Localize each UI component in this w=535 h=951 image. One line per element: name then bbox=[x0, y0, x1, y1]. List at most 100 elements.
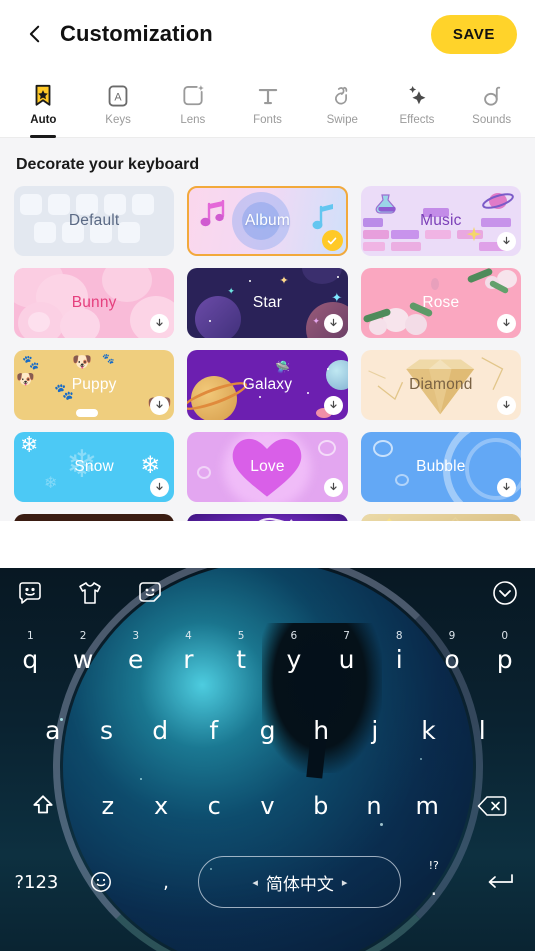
key-char: f bbox=[209, 716, 219, 745]
key-r[interactable]: 4r bbox=[162, 618, 215, 693]
chevron-down-circle-icon[interactable] bbox=[491, 579, 519, 607]
key-u[interactable]: 7u bbox=[320, 618, 373, 693]
music-note-pink-icon bbox=[200, 200, 225, 227]
key-spacebar[interactable]: ◂ 简体中文 ▸ bbox=[198, 856, 402, 908]
theme-name: Bubble bbox=[416, 458, 466, 475]
key-number: 6 bbox=[290, 630, 298, 642]
tab-swipe[interactable]: Swipe bbox=[305, 68, 380, 137]
key-y[interactable]: 6y bbox=[268, 618, 321, 693]
key-i[interactable]: 8i bbox=[373, 618, 426, 693]
theme-download-badge[interactable] bbox=[496, 478, 516, 497]
key-b[interactable]: b bbox=[294, 768, 347, 843]
theme-card-love[interactable]: Love bbox=[187, 432, 348, 502]
keyboard-preview[interactable]: 1q 2w 3e 4r 5t 6y 7u 8i 9o 0p a s d f g … bbox=[0, 568, 535, 951]
key-char: p bbox=[496, 645, 513, 674]
key-char: a bbox=[45, 716, 61, 745]
theme-download-badge[interactable] bbox=[496, 232, 516, 251]
tab-sounds[interactable]: Sounds bbox=[454, 68, 529, 137]
theme-card-album[interactable]: Album bbox=[187, 186, 348, 256]
save-button[interactable]: SAVE bbox=[430, 14, 517, 54]
theme-selected-badge bbox=[321, 230, 343, 251]
theme-download-badge[interactable] bbox=[323, 478, 343, 497]
key-w[interactable]: 2w bbox=[57, 618, 110, 693]
download-icon bbox=[156, 400, 163, 409]
key-char: z bbox=[101, 791, 115, 820]
theme-card-music[interactable]: Music bbox=[360, 186, 521, 256]
theme-list-panel[interactable]: Decorate your keyboard Default Album Mus… bbox=[0, 138, 535, 521]
theme-preview-thunder bbox=[187, 514, 348, 521]
ornament-icon bbox=[386, 516, 501, 521]
theme-download-badge[interactable] bbox=[496, 314, 516, 333]
key-symbols[interactable]: ?123 bbox=[4, 843, 69, 921]
key-p[interactable]: 0p bbox=[478, 618, 531, 693]
theme-card-snow[interactable]: ❄ ❄ ❄ ❄ Snow bbox=[14, 432, 175, 502]
theme-card-default[interactable]: Default bbox=[14, 186, 175, 256]
key-char: i bbox=[395, 645, 403, 674]
key-h[interactable]: h bbox=[294, 693, 348, 768]
key-f[interactable]: f bbox=[187, 693, 241, 768]
key-char: t bbox=[236, 645, 247, 674]
download-icon bbox=[330, 400, 337, 409]
key-a[interactable]: a bbox=[26, 693, 80, 768]
key-char: j bbox=[371, 716, 379, 745]
key-d[interactable]: d bbox=[133, 693, 187, 768]
tshirt-theme-icon[interactable] bbox=[76, 579, 104, 607]
key-backspace[interactable] bbox=[454, 768, 531, 843]
theme-card-puppy[interactable]: 🐾 🐾 🐾 🐶 🐶 🐶 Puppy bbox=[14, 350, 175, 420]
key-char: w bbox=[72, 645, 94, 674]
key-x[interactable]: x bbox=[134, 768, 187, 843]
key-z[interactable]: z bbox=[81, 768, 134, 843]
key-v[interactable]: v bbox=[241, 768, 294, 843]
theme-name: Love bbox=[250, 458, 285, 475]
theme-card-rose[interactable]: Rose bbox=[360, 268, 521, 338]
swipe-hand-icon bbox=[335, 86, 348, 105]
key-emoji[interactable] bbox=[69, 843, 134, 921]
app-header: Customization SAVE bbox=[0, 0, 535, 68]
key-q[interactable]: 1q bbox=[4, 618, 57, 693]
check-icon bbox=[327, 237, 337, 244]
theme-name: Star bbox=[252, 294, 283, 311]
tab-lens[interactable]: Lens bbox=[155, 68, 230, 137]
key-enter[interactable] bbox=[466, 843, 531, 921]
key-t[interactable]: 5t bbox=[215, 618, 268, 693]
theme-card-bubble[interactable]: Bubble bbox=[360, 432, 521, 502]
key-s[interactable]: s bbox=[80, 693, 134, 768]
sound-note-icon bbox=[483, 86, 500, 106]
theme-card-star[interactable]: ✦ ✦ ✦ ✦ Star bbox=[187, 268, 348, 338]
key-char: s bbox=[99, 716, 113, 745]
key-number: 3 bbox=[132, 630, 140, 642]
key-k[interactable]: k bbox=[402, 693, 456, 768]
key-e[interactable]: 3e bbox=[109, 618, 162, 693]
tab-label: Swipe bbox=[326, 114, 358, 126]
tab-fonts[interactable]: Fonts bbox=[230, 68, 305, 137]
sticker-face-icon[interactable] bbox=[16, 579, 44, 607]
theme-card-thunder[interactable]: Thunder bbox=[187, 514, 348, 521]
key-period[interactable]: !? . bbox=[401, 843, 466, 921]
theme-preview-radiant bbox=[360, 514, 521, 521]
tab-auto[interactable]: Auto bbox=[6, 68, 81, 138]
key-j[interactable]: j bbox=[348, 693, 402, 768]
theme-card-radiant[interactable]: Radiant bbox=[360, 514, 521, 521]
key-n[interactable]: n bbox=[347, 768, 400, 843]
theme-download-badge[interactable] bbox=[323, 396, 343, 415]
key-o[interactable]: 9o bbox=[426, 618, 479, 693]
theme-card-bunny[interactable]: Bunny bbox=[14, 268, 175, 338]
key-m[interactable]: m bbox=[401, 768, 454, 843]
key-l[interactable]: l bbox=[455, 693, 509, 768]
theme-card-galaxy[interactable]: 🛸 Galaxy bbox=[187, 350, 348, 420]
emoji-sticker-icon[interactable] bbox=[136, 579, 164, 607]
customization-tab-bar: Auto A Keys Lens Fonts Swipe Effects Sou… bbox=[0, 68, 535, 138]
sparkles-icon bbox=[409, 86, 426, 105]
key-shift[interactable] bbox=[4, 768, 81, 843]
theme-card-firelight[interactable]: 🦋 🍂 Firelight bbox=[14, 514, 175, 521]
theme-download-badge[interactable] bbox=[496, 396, 516, 415]
key-comma[interactable]: , bbox=[134, 843, 199, 921]
tab-keys[interactable]: A Keys bbox=[81, 68, 156, 137]
back-button[interactable] bbox=[18, 17, 52, 51]
key-c[interactable]: c bbox=[188, 768, 241, 843]
key-g[interactable]: g bbox=[241, 693, 295, 768]
theme-card-diamond[interactable]: Diamond bbox=[360, 350, 521, 420]
theme-download-badge[interactable] bbox=[323, 314, 343, 333]
tab-effects[interactable]: Effects bbox=[380, 68, 455, 137]
tab-label: Effects bbox=[399, 114, 435, 126]
